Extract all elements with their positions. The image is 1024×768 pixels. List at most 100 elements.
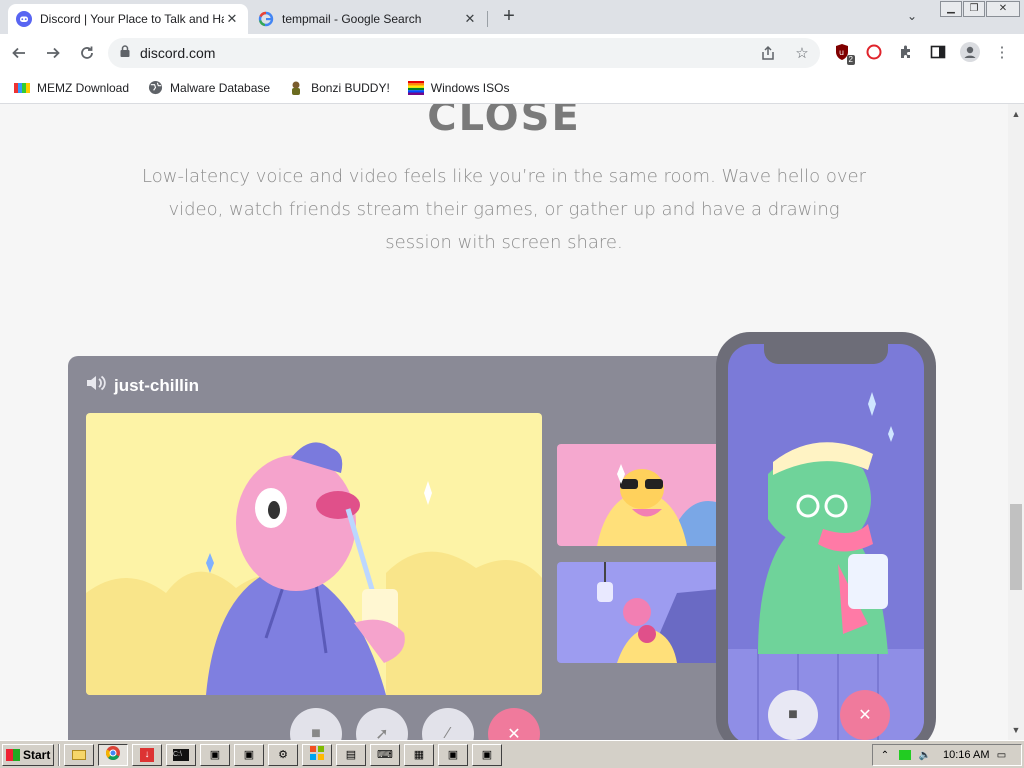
taskbar-app-button-3[interactable]: ⚙: [268, 743, 298, 766]
taskbar-app-button-7[interactable]: ▦: [404, 743, 434, 766]
video-toggle-button[interactable]: ■: [290, 708, 342, 740]
web-page: CLOSE Low-latency voice and video feels …: [0, 104, 1008, 740]
windows-logo-icon: [310, 746, 324, 763]
taskbar-app-button-1[interactable]: ▣: [200, 743, 230, 766]
bookmark-label: Windows ISOs: [430, 80, 510, 95]
download-icon: ↓: [140, 747, 154, 762]
tab-title: tempmail - Google Search: [282, 12, 422, 26]
extension-badge: 2: [846, 55, 855, 65]
scroll-down-icon[interactable]: ▼: [1008, 722, 1024, 738]
app-window-icon: ▣: [481, 749, 493, 761]
hang-up-icon: ✕: [507, 726, 521, 740]
new-tab-button[interactable]: +: [498, 6, 520, 28]
character-drinking-illustration: [86, 442, 542, 695]
network-icon[interactable]: [897, 748, 913, 762]
arrow-left-icon: [12, 47, 25, 59]
opera-icon[interactable]: [864, 41, 884, 63]
phone-notch: [764, 344, 888, 364]
ublock-icon[interactable]: u 2: [832, 41, 855, 65]
start-button[interactable]: Start: [2, 743, 54, 766]
side-panel-icon[interactable]: [928, 41, 948, 63]
taskbar-app-button-5[interactable]: ▤: [336, 743, 366, 766]
taskbar-app-button-6[interactable]: ⌨: [370, 743, 400, 766]
restore-button[interactable]: ❐: [963, 1, 985, 17]
lock-icon[interactable]: [120, 44, 130, 62]
minimize-button[interactable]: ▁: [940, 1, 962, 17]
taskbar-cmd-button[interactable]: C:\: [166, 743, 196, 766]
taskbar-app-button-2[interactable]: ▣: [234, 743, 264, 766]
bookmark-bonzi-buddy[interactable]: Bonzi BUDDY!: [288, 80, 390, 96]
google-icon: [258, 11, 274, 27]
character-boxing-illustration: [597, 562, 730, 663]
taskbar-app-button-4[interactable]: [302, 743, 332, 766]
tab-bar: Discord | Your Place to Talk and Hang ✕ …: [0, 0, 1024, 34]
scrollbar-thumb[interactable]: [1010, 504, 1022, 590]
voice-call-illustration: just-chillin ■ ➚ ⁄ ✕: [68, 356, 748, 740]
section-description: Low-latency voice and video feels like y…: [142, 166, 866, 253]
page-scrollbar[interactable]: ▲ ▼: [1008, 104, 1024, 740]
profile-icon[interactable]: [960, 41, 980, 63]
share-screen-icon: ➚: [375, 726, 389, 740]
camera-icon: ■: [788, 706, 798, 723]
chevron-down-icon[interactable]: ⌄: [902, 9, 922, 23]
star-icon[interactable]: ☆: [792, 43, 812, 63]
volume-icon[interactable]: 🔈: [917, 748, 933, 762]
phone-mockup: ■ ✕: [716, 332, 936, 740]
settings-icon: ⚙: [278, 749, 288, 761]
hang-up-icon: ✕: [858, 707, 872, 724]
bookmark-label: Bonzi BUDDY!: [311, 80, 390, 95]
tab-discord[interactable]: Discord | Your Place to Talk and Hang ✕: [8, 4, 248, 34]
character-sunglasses-illustration: [597, 464, 730, 546]
app-window-icon: ▣: [209, 749, 221, 761]
arrow-right-icon: [47, 47, 60, 59]
share-icon[interactable]: [758, 43, 778, 63]
globe-icon: [147, 80, 163, 96]
app-window-icon: ▣: [447, 749, 459, 761]
discord-icon: [16, 11, 32, 27]
close-tab-icon[interactable]: ✕: [462, 11, 478, 27]
extensions-area: u 2 ⋮: [832, 41, 1012, 65]
taskbar-app-button-8[interactable]: ▣: [438, 743, 468, 766]
tab-google-search[interactable]: tempmail - Google Search ✕: [250, 4, 486, 34]
bookmark-malware-database[interactable]: Malware Database: [147, 80, 270, 96]
bookmark-windows-isos[interactable]: Windows ISOs: [407, 80, 510, 96]
taskbar-download-button[interactable]: ↓: [132, 743, 162, 766]
notification-icon[interactable]: ▭: [993, 748, 1009, 762]
start-label: Start: [23, 747, 51, 762]
svg-text:u: u: [839, 48, 844, 57]
hang-up-button[interactable]: ✕: [488, 708, 540, 740]
menu-kebab-icon[interactable]: ⋮: [992, 41, 1012, 63]
speaker-icon: [86, 374, 106, 397]
video-tile-sunglasses: [557, 444, 730, 546]
taskbar-chrome-button[interactable]: [98, 743, 128, 766]
forward-button[interactable]: [38, 38, 68, 68]
back-button[interactable]: [4, 38, 34, 68]
phone-hang-up-button[interactable]: ✕: [840, 690, 890, 740]
puzzle-icon[interactable]: [896, 41, 916, 63]
scroll-up-icon[interactable]: ▲: [1008, 106, 1024, 122]
bookmark-label: Malware Database: [170, 80, 271, 95]
mute-button[interactable]: ⁄: [422, 708, 474, 740]
reload-icon: [81, 46, 93, 59]
chevron-up-icon[interactable]: ⌃: [877, 748, 893, 762]
taskbar-separator: [58, 743, 60, 766]
mic-muted-icon: ⁄: [446, 725, 450, 740]
close-tab-icon[interactable]: ✕: [224, 11, 240, 27]
reload-button[interactable]: [72, 38, 102, 68]
screen-share-button[interactable]: ➚: [356, 708, 408, 740]
phone-call-controls: ■ ✕: [768, 690, 890, 740]
clock[interactable]: 10:16 AM: [943, 749, 989, 761]
channel-header: just-chillin: [86, 374, 199, 397]
taskbar-folder-button[interactable]: [64, 743, 94, 766]
taskbar: Start ↓ C:\ ▣ ▣ ⚙ ▤ ⌨ ▦ ▣ ▣ ⌃ 🔈 10:16 AM…: [0, 740, 1024, 768]
folder-icon: [72, 749, 86, 760]
taskbar-app-button-9[interactable]: ▣: [472, 743, 502, 766]
windows-flag-icon: [6, 748, 20, 761]
close-window-button[interactable]: ✕: [986, 1, 1020, 17]
phone-video-button[interactable]: ■: [768, 690, 818, 740]
keyboard-icon: ⌨: [377, 749, 393, 761]
cmd-icon: C:\: [173, 748, 189, 761]
url-text[interactable]: discord.com: [140, 45, 215, 61]
bookmark-memz-download[interactable]: MEMZ Download: [14, 80, 129, 96]
address-bar[interactable]: discord.com ☆: [108, 38, 820, 68]
